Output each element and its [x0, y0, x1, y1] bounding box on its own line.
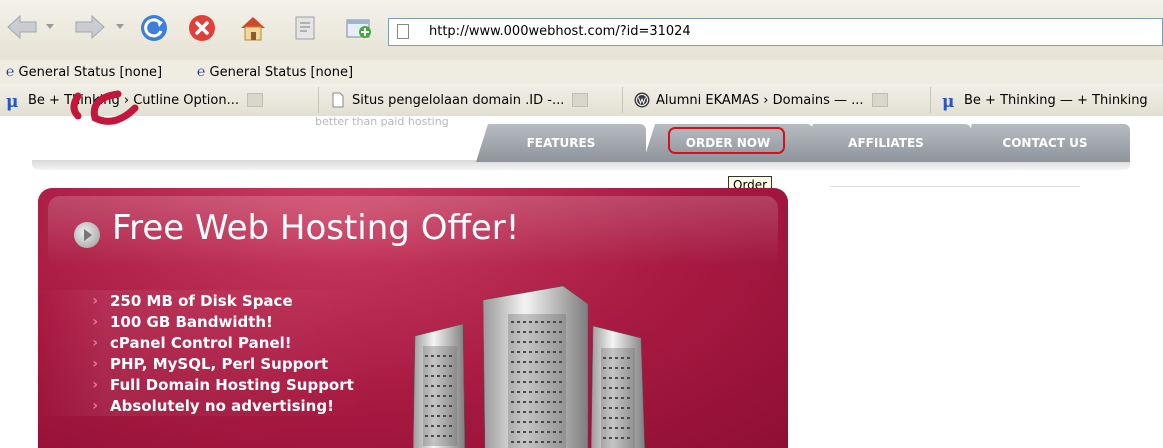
- feature-item: › Full Domain Hosting Support: [38, 374, 378, 395]
- mu-icon: μ: [6, 92, 19, 112]
- page-icon: [397, 24, 409, 39]
- tabs-bar: μ Be + Thinking › Cutline Option... Situ…: [0, 84, 1163, 117]
- history-button[interactable]: [292, 14, 318, 42]
- divider: [830, 186, 1080, 187]
- home-button[interactable]: [238, 14, 268, 42]
- ie-icon: ℮: [6, 64, 15, 80]
- nav-affiliates[interactable]: AFFILIATES: [801, 124, 971, 162]
- browser-toolbar: http://www.000webhost.com/?id=31024: [0, 0, 1163, 60]
- chevron-right-icon: ›: [92, 292, 98, 309]
- links-item-general-status[interactable]: ℮ General Status [none]: [6, 64, 162, 81]
- chevron-right-icon: ›: [92, 355, 98, 372]
- address-bar[interactable]: http://www.000webhost.com/?id=31024: [388, 18, 1163, 46]
- back-arrow-icon: [7, 14, 37, 40]
- tab-label: Situs pengelolaan domain .ID -...: [352, 92, 565, 108]
- new-tab-icon: [346, 19, 371, 38]
- back-dropdown-icon[interactable]: [46, 24, 54, 29]
- tab-close-icon[interactable]: [871, 93, 888, 107]
- home-icon: [241, 17, 265, 41]
- tab-alumni-ekamas[interactable]: Alumni EKAMAS › Domains — ...: [628, 87, 931, 113]
- chevron-right-icon: ›: [92, 376, 98, 393]
- history-icon: [295, 16, 315, 40]
- server-illustration: [412, 286, 645, 448]
- feature-list: › 250 MB of Disk Space › 100 GB Bandwidth!…: [38, 290, 378, 416]
- web-page: better than paid hosting FEATURES ORDER …: [0, 90, 1163, 448]
- stop-button[interactable]: [188, 14, 216, 42]
- feature-item: › PHP, MySQL, Perl Support: [38, 353, 378, 374]
- back-button[interactable]: [6, 14, 38, 40]
- forward-arrow-icon: [75, 14, 105, 40]
- mu-icon: μ: [942, 92, 955, 112]
- wordpress-icon: [634, 92, 650, 108]
- chevron-right-icon: ›: [92, 313, 98, 330]
- feature-item: › 250 MB of Disk Space: [38, 290, 378, 311]
- chevron-right-icon: ›: [92, 397, 98, 414]
- tab-label: Be + Thinking — + Thinking: [964, 92, 1148, 108]
- order-now-highlight: [668, 127, 785, 154]
- feature-item: › 100 GB Bandwidth!: [38, 311, 378, 332]
- nav-contact-us[interactable]: CONTACT US: [960, 124, 1130, 162]
- hero-title: Free Web Hosting Offer!: [112, 208, 520, 248]
- tab-close-icon[interactable]: [572, 93, 589, 107]
- tab-close-icon[interactable]: [247, 93, 263, 107]
- feature-item: › Absolutely no advertising!: [38, 395, 378, 416]
- site-tagline: better than paid hosting: [315, 115, 449, 128]
- hero-bullet-icon: [74, 222, 100, 248]
- tab-be-thinking[interactable]: μ Be + Thinking — + Thinking: [936, 87, 1163, 113]
- refresh-button[interactable]: [140, 14, 168, 42]
- new-tab-button[interactable]: [344, 14, 374, 42]
- ie-icon: ℮: [197, 64, 206, 80]
- hero-banner[interactable]: Free Web Hosting Offer! › 250 MB of Disk …: [38, 188, 788, 448]
- chevron-right-icon: ›: [92, 334, 98, 351]
- url-text[interactable]: http://www.000webhost.com/?id=31024: [429, 24, 691, 39]
- forward-button[interactable]: [74, 14, 106, 40]
- links-item-general-status-2[interactable]: ℮ General Status [none]: [197, 64, 353, 81]
- refresh-icon: [141, 15, 167, 41]
- nav-features[interactable]: FEATURES: [476, 124, 646, 162]
- links-bar: ℮ General Status [none] ℮ General Status…: [0, 60, 1163, 84]
- forward-dropdown-icon[interactable]: [116, 24, 124, 29]
- stop-icon: [189, 15, 215, 41]
- site-logo[interactable]: [60, 86, 160, 146]
- tab-situs-pengelolaan[interactable]: Situs pengelolaan domain .ID -...: [324, 87, 623, 113]
- tab-label: Alumni EKAMAS › Domains — ...: [656, 92, 864, 108]
- page-icon: [332, 92, 344, 108]
- feature-item: › cPanel Control Panel!: [38, 332, 378, 353]
